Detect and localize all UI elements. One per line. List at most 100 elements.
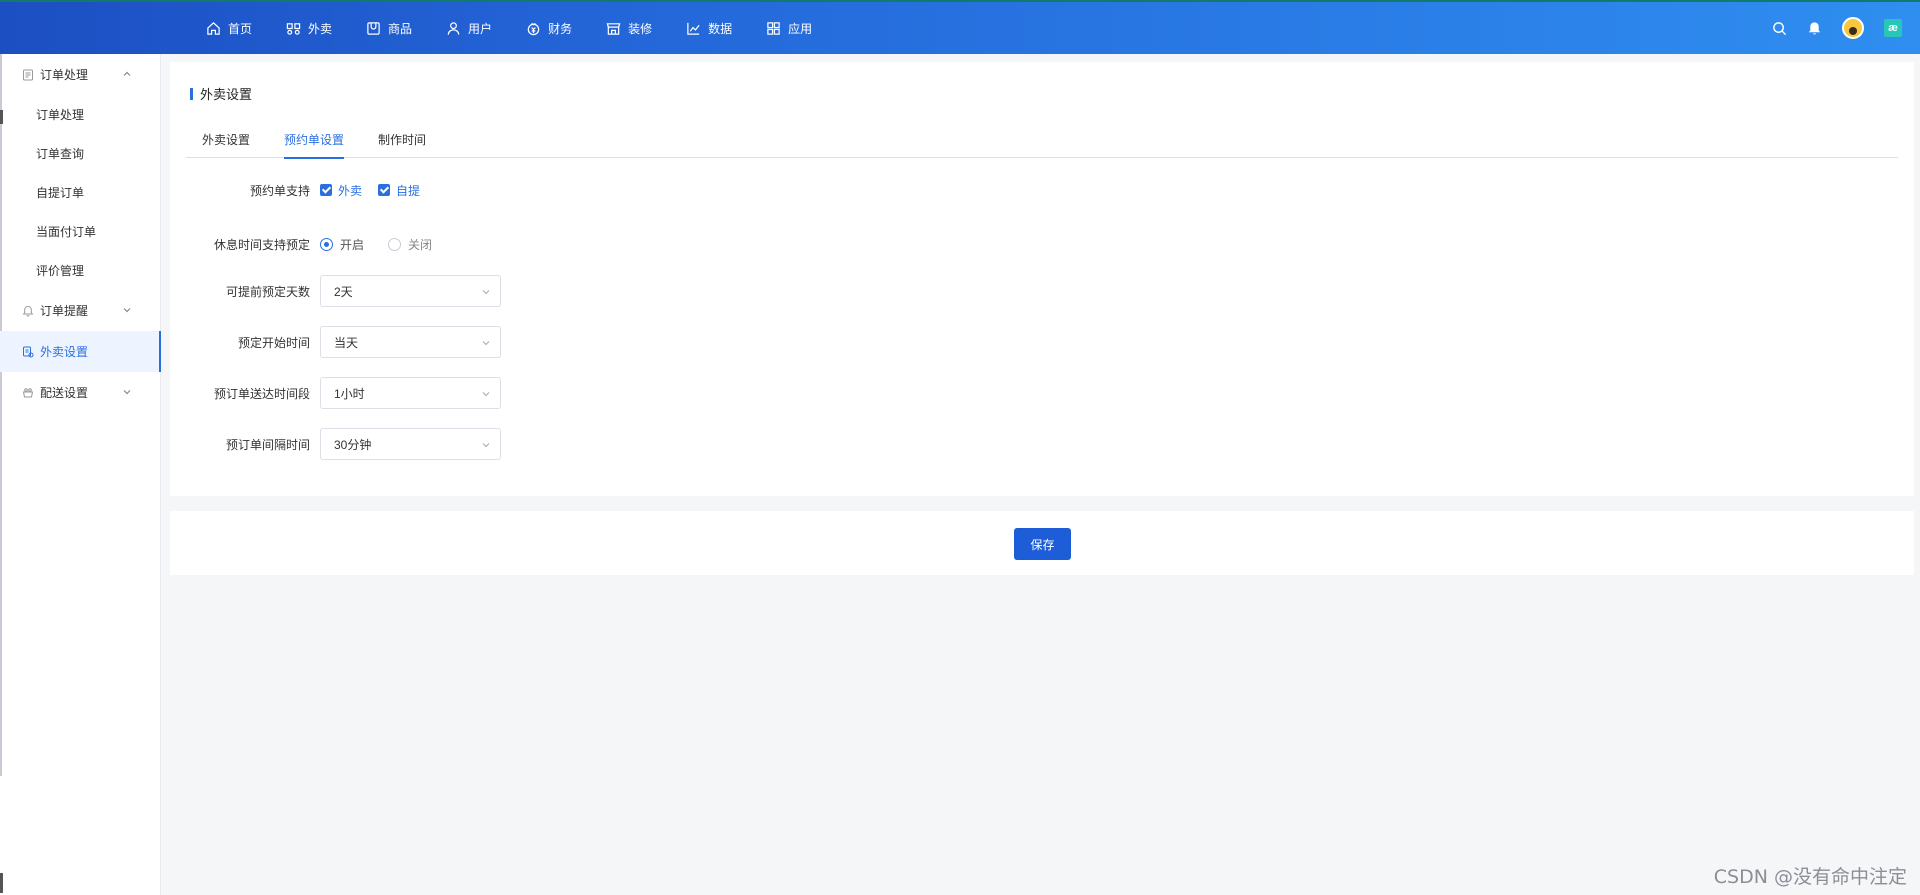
topnav-item-decoration[interactable]: 装修: [606, 20, 652, 37]
sidebar-group-label: 配送设置: [40, 386, 89, 400]
avatar: [1842, 17, 1864, 39]
interval-select[interactable]: 30分钟: [320, 428, 501, 460]
top-right-tools: æ: [1752, 2, 1902, 54]
select-value: 当天: [334, 335, 359, 350]
tab-production-time[interactable]: 制作时间: [362, 122, 442, 158]
app-switch-button[interactable]: æ: [1884, 19, 1902, 37]
topnav-label: 外卖: [308, 21, 333, 36]
dispatch-icon: [22, 387, 34, 397]
sidebar-item-label: 订单处理: [36, 108, 85, 122]
topnav-item-home[interactable]: 首页: [206, 20, 252, 37]
app-logo-icon: æ: [1884, 19, 1902, 37]
topnav-item-finance[interactable]: 财务: [526, 20, 572, 37]
topnav-label: 财务: [548, 21, 573, 36]
bell-icon: [22, 305, 34, 316]
search-button[interactable]: [1772, 21, 1787, 36]
checkbox-checked-icon: [378, 184, 391, 196]
settings-doc-icon: [23, 346, 34, 357]
store-icon: [606, 22, 621, 35]
checkbox-checked-icon: [320, 184, 332, 196]
chevron-down-icon: [482, 392, 490, 397]
checkbox-pickup[interactable]: 自提: [378, 182, 420, 199]
sidebar-edge: [0, 54, 2, 776]
form-row-interval: 预订单间隔时间 30分钟: [170, 428, 1914, 460]
topnav-item-apps[interactable]: 应用: [766, 20, 812, 37]
form-row-start-time: 预定开始时间 当天: [170, 326, 1914, 358]
interval-label: 预订单间隔时间: [225, 437, 310, 452]
radio-unselected-icon: [388, 237, 402, 251]
home-icon: [207, 21, 220, 35]
form-row-rest-time-reservation: 休息时间支持预定 开启 关闭: [170, 236, 1914, 252]
chevron-up-icon: [123, 71, 131, 76]
sidebar-group-delivery-settings[interactable]: 外卖设置: [0, 331, 161, 372]
select-value: 1小时: [334, 386, 365, 401]
sidebar-group-order-reminder[interactable]: 订单提醒: [0, 290, 160, 331]
sidebar-group-order-processing[interactable]: 订单处理: [0, 54, 160, 95]
apps-icon: [767, 21, 780, 35]
tab-label: 制作时间: [378, 133, 427, 147]
chart-icon: [687, 22, 700, 35]
tab-delivery-settings[interactable]: 外卖设置: [186, 122, 266, 158]
notification-button[interactable]: [1807, 21, 1822, 36]
start-time-select[interactable]: 当天: [320, 326, 501, 358]
delivery-slot-label: 预订单送达时间段: [213, 386, 310, 401]
radio-enable[interactable]: 开启: [320, 236, 364, 253]
sidebar-item-face-pay-orders[interactable]: 当面付订单: [0, 212, 160, 251]
finance-icon: [527, 22, 540, 35]
sidebar-group-dispatch-settings[interactable]: 配送设置: [0, 372, 160, 413]
checkbox-label: 自提: [396, 183, 421, 198]
form-row-delivery-slot: 预订单送达时间段 1小时: [170, 377, 1914, 409]
reservation-support-label: 预约单支持: [249, 183, 310, 198]
checkbox-delivery[interactable]: 外卖: [320, 182, 362, 199]
advance-days-label: 可提前预定天数: [225, 284, 310, 299]
radio-disable[interactable]: 关闭: [388, 236, 432, 253]
bell-icon: [1808, 21, 1821, 35]
sidebar-group-label: 外卖设置: [40, 345, 89, 359]
radio-label: 开启: [340, 237, 365, 252]
topnav-label: 数据: [708, 21, 733, 36]
advance-days-select[interactable]: 2天: [320, 275, 501, 307]
chevron-down-icon: [482, 290, 490, 295]
chevron-down-icon: [482, 341, 490, 346]
title-accent-bar: [190, 87, 193, 100]
delivery-icon: [286, 22, 301, 35]
user-avatar[interactable]: [1842, 17, 1864, 39]
tab-reservation-settings[interactable]: 预约单设置: [268, 122, 360, 159]
watermark: CSDN @没有命中注定: [1713, 866, 1907, 888]
tab-label: 外卖设置: [202, 133, 251, 147]
window-edge-marker: [0, 110, 3, 124]
radio-selected-icon: [320, 237, 333, 251]
sidebar-item-reviews[interactable]: 评价管理: [0, 251, 160, 290]
chevron-down-icon: [123, 308, 131, 313]
select-value: 2天: [334, 284, 353, 299]
checkbox-label: 外卖: [338, 183, 363, 198]
rest-time-label: 休息时间支持预定: [213, 237, 310, 252]
chevron-down-icon: [123, 390, 131, 395]
topnav-item-goods[interactable]: 商品: [366, 20, 412, 37]
start-time-label: 预定开始时间: [237, 335, 310, 350]
window-edge-marker: [0, 873, 3, 893]
top-navigation-bar: 首页 外卖 商品 用户 财务 装修 数据 应用 æ: [0, 0, 1920, 54]
radio-label: 关闭: [408, 237, 433, 252]
sidebar-item-order-processing[interactable]: 订单处理: [0, 95, 160, 134]
sidebar-item-label: 订单查询: [36, 147, 85, 161]
sidebar-group-label: 订单处理: [40, 68, 89, 82]
chevron-down-icon: [482, 443, 490, 448]
sidebar-item-pickup-orders[interactable]: 自提订单: [0, 173, 160, 212]
sidebar-item-label: 当面付订单: [36, 225, 97, 239]
topnav-item-delivery[interactable]: 外卖: [286, 20, 332, 37]
delivery-slot-select[interactable]: 1小时: [320, 377, 501, 409]
topnav-label: 首页: [228, 21, 253, 36]
topnav-label: 用户: [468, 21, 493, 36]
topnav-item-user[interactable]: 用户: [446, 20, 492, 37]
sidebar-item-order-query[interactable]: 订单查询: [0, 134, 160, 173]
sidebar-item-label: 自提订单: [36, 186, 85, 200]
page-title-text: 外卖设置: [200, 87, 253, 102]
save-button[interactable]: 保存: [1014, 528, 1071, 560]
top-nav-menu: 首页 外卖 商品 用户 财务 装修 数据 应用: [206, 2, 846, 54]
page-title: 外卖设置: [190, 84, 252, 103]
topnav-item-data[interactable]: 数据: [686, 20, 732, 37]
goods-icon: [367, 21, 380, 35]
topnav-label: 装修: [628, 21, 653, 36]
settings-card: 外卖设置 外卖设置 预约单设置 制作时间 预约单支持 外卖 自提 休息时间支持预…: [170, 62, 1914, 496]
